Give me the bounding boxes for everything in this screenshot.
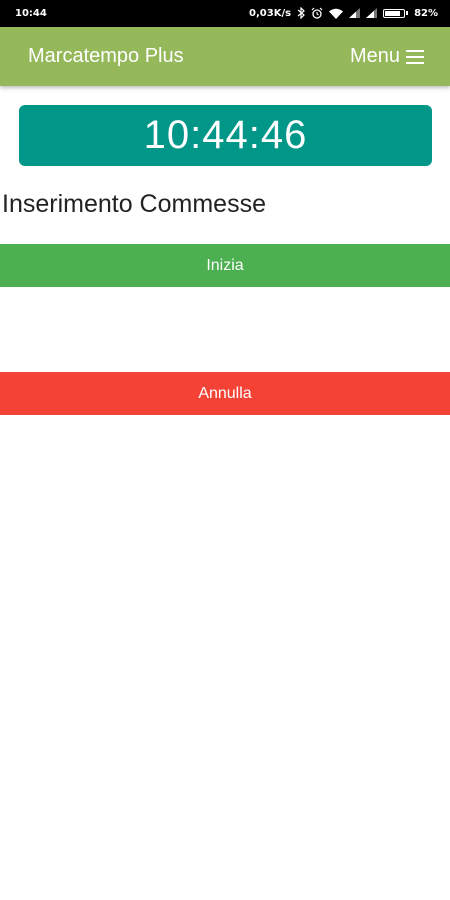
menu-button[interactable]: Menu: [350, 45, 424, 68]
status-time: 10:44: [15, 8, 47, 19]
battery-percent: 82%: [414, 7, 438, 19]
cancel-button[interactable]: Annulla: [0, 372, 450, 415]
clock-time: 10:44:46: [143, 113, 308, 157]
start-button[interactable]: Inizia: [0, 244, 450, 287]
alarm-icon: [311, 7, 323, 19]
hamburger-icon: [406, 49, 424, 64]
app-bar: Marcatempo Plus Menu: [0, 27, 450, 86]
page-title: Inserimento Commesse: [2, 190, 266, 218]
wifi-icon: [329, 8, 344, 19]
menu-label: Menu: [349, 45, 400, 67]
bluetooth-icon: [297, 7, 305, 19]
clock-display: 10:44:46: [19, 105, 432, 166]
signal-icon: [366, 8, 378, 18]
status-bar: 10:44 0,03K/s 82%: [0, 0, 450, 27]
app-title: Marcatempo Plus: [28, 45, 184, 67]
network-speed: 0,03K/s: [249, 7, 292, 19]
battery-icon: [383, 8, 409, 18]
status-icons: 0,03K/s 82%: [249, 6, 438, 20]
signal-icon: [349, 8, 361, 18]
